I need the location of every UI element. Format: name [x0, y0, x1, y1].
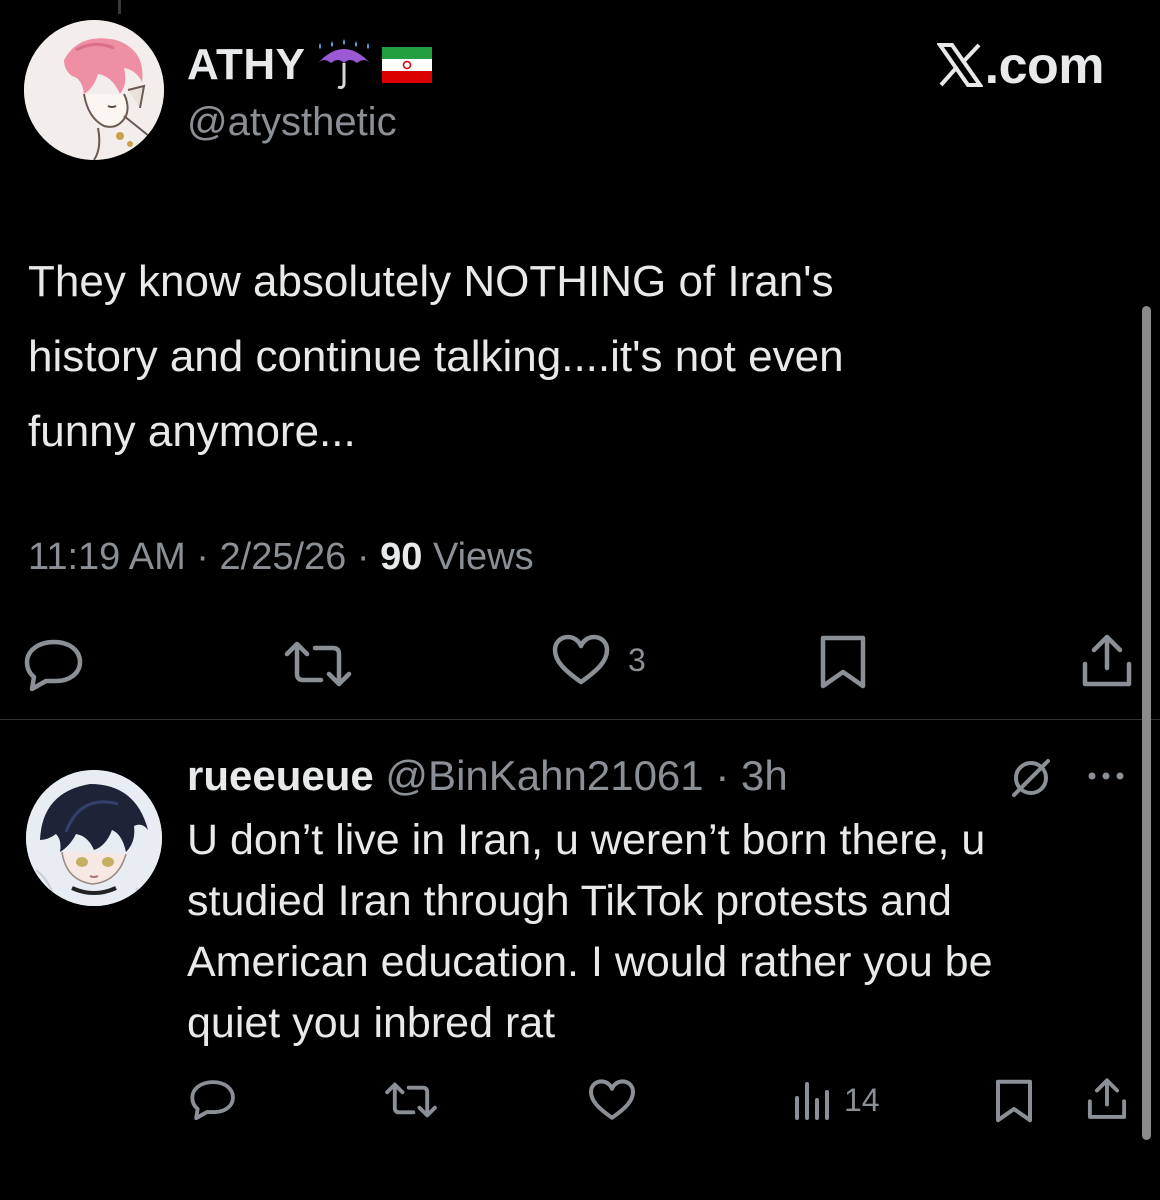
views-icon — [795, 1082, 829, 1120]
reply-like-button[interactable] — [588, 1079, 636, 1121]
more-options-button[interactable] — [1084, 758, 1128, 799]
reply-text-line: studied Iran through TikTok protests and — [187, 877, 952, 925]
reply-text-line: quiet you inbred rat — [187, 999, 556, 1047]
tweet-action-bar: 3 — [0, 628, 1160, 698]
grok-button[interactable] — [1010, 757, 1052, 804]
meta-separator: · — [356, 536, 370, 578]
reply-views-count: 14 — [844, 1081, 880, 1118]
repost-icon — [385, 1082, 437, 1118]
divider — [0, 719, 1160, 720]
tweet-text-line: history and continue talking....it's not… — [28, 332, 844, 381]
iran-flag-icon — [381, 47, 432, 83]
heart-icon — [588, 1079, 636, 1120]
grok-icon — [1012, 759, 1050, 797]
share-icon — [1082, 634, 1132, 687]
reply-handle[interactable]: @BinKahn21061 — [385, 752, 703, 799]
tweet-text-line: funny anymore... — [28, 407, 356, 456]
reply-text: U don’t live in Iran, u weren’t born the… — [187, 810, 1137, 1054]
reply-icon — [190, 1080, 235, 1120]
more-icon — [1088, 772, 1124, 780]
bookmark-button[interactable] — [818, 634, 868, 690]
reply-avatar[interactable] — [26, 770, 162, 906]
reply-text-line: American education. I would rather you b… — [187, 938, 993, 986]
tweet-meta: 11:19 AM · 2/25/26 · 90 Views — [28, 536, 534, 579]
display-name-row: ATHY — [187, 39, 432, 90]
reply-icon — [24, 639, 83, 691]
umbrella-with-rain-icon — [317, 39, 370, 89]
tweet-text-line: They know absolutely NOTHING of Iran's — [28, 257, 834, 306]
site-label: .com — [984, 37, 1105, 95]
screenshot-root: ATHY @atysthetic .com They know absolute… — [0, 0, 1160, 1200]
tweet-time[interactable]: 11:19 AM — [28, 536, 186, 578]
like-count: 3 — [628, 641, 646, 678]
share-icon — [1087, 1078, 1127, 1119]
reply-separator: · — [715, 752, 730, 799]
views-count: 90 — [380, 536, 423, 578]
reply-share-button[interactable] — [1086, 1076, 1128, 1122]
share-button[interactable] — [1080, 632, 1134, 690]
tweet-text: They know absolutely NOTHING of Iran's h… — [28, 244, 1108, 469]
reply-repost-button[interactable] — [384, 1081, 438, 1119]
reply-reply-button[interactable] — [190, 1078, 236, 1120]
x-logo-icon — [936, 43, 983, 87]
reply-bookmark-button[interactable] — [994, 1078, 1034, 1124]
repost-icon — [284, 641, 352, 687]
user-handle[interactable]: @atysthetic — [187, 100, 397, 145]
scrollbar[interactable] — [1142, 306, 1151, 1140]
heart-icon — [552, 634, 610, 685]
views-label[interactable]: Views — [433, 536, 534, 578]
reply-views-button[interactable]: 14 — [792, 1080, 880, 1120]
display-name[interactable]: ATHY — [187, 40, 306, 90]
reply-text-line: U don’t live in Iran, u weren’t born the… — [187, 816, 986, 864]
reply-action-bar: 14 — [0, 1076, 1160, 1124]
thread-line — [118, 0, 121, 14]
bookmark-icon — [820, 635, 866, 689]
tweet-date[interactable]: 2/25/26 — [220, 536, 347, 578]
bookmark-icon — [996, 1079, 1032, 1123]
like-button[interactable]: 3 — [552, 634, 646, 686]
reply-time[interactable]: 3h — [741, 752, 788, 799]
reply-button[interactable] — [24, 637, 84, 691]
site-watermark: .com — [936, 36, 1105, 96]
reply-display-name[interactable]: rueeueue — [187, 752, 374, 799]
repost-button[interactable] — [283, 640, 353, 688]
avatar[interactable] — [24, 20, 164, 160]
reply-header: rueeueue @BinKahn21061 · 3h — [187, 752, 788, 800]
meta-separator: · — [196, 536, 209, 578]
